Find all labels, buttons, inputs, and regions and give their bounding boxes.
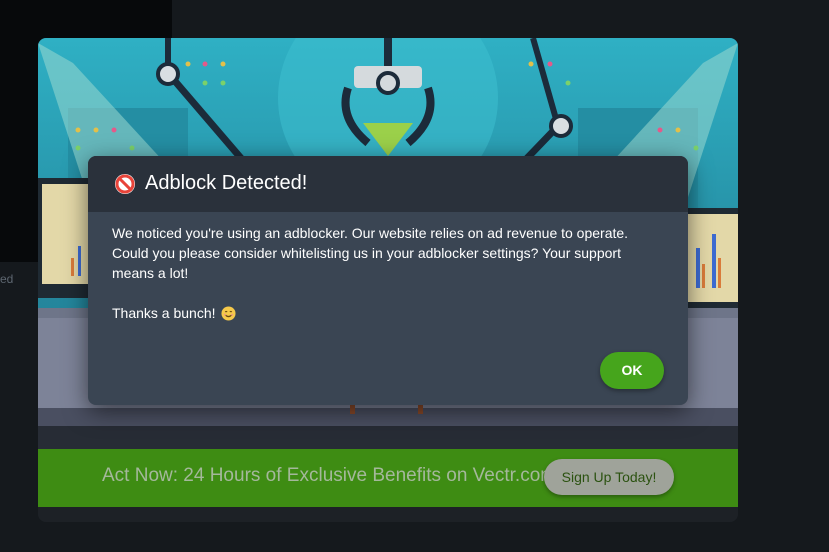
promo-banner-text: Act Now: 24 Hours of Exclusive Benefits … bbox=[102, 465, 562, 486]
promo-footer bbox=[38, 507, 738, 522]
modal-body: We noticed you're using an adblocker. Ou… bbox=[112, 223, 652, 323]
modal-title: Adblock Detected! bbox=[145, 172, 308, 194]
smiling-face-icon bbox=[220, 305, 236, 321]
ok-button[interactable]: OK bbox=[600, 352, 664, 389]
sign-up-button[interactable]: Sign Up Today! bbox=[544, 459, 674, 495]
background-partial-text: ed bbox=[0, 272, 14, 286]
promo-banner: Act Now: 24 Hours of Exclusive Benefits … bbox=[38, 449, 738, 507]
modal-thanks-line: Thanks a bunch! bbox=[112, 303, 652, 323]
adblock-modal: Adblock Detected! We noticed you're usin… bbox=[88, 156, 688, 405]
no-entry-icon bbox=[115, 174, 135, 194]
modal-header: Adblock Detected! bbox=[88, 156, 688, 212]
modal-message: We noticed you're using an adblocker. Ou… bbox=[112, 225, 629, 281]
thanks-text: Thanks a bunch! bbox=[112, 305, 216, 321]
